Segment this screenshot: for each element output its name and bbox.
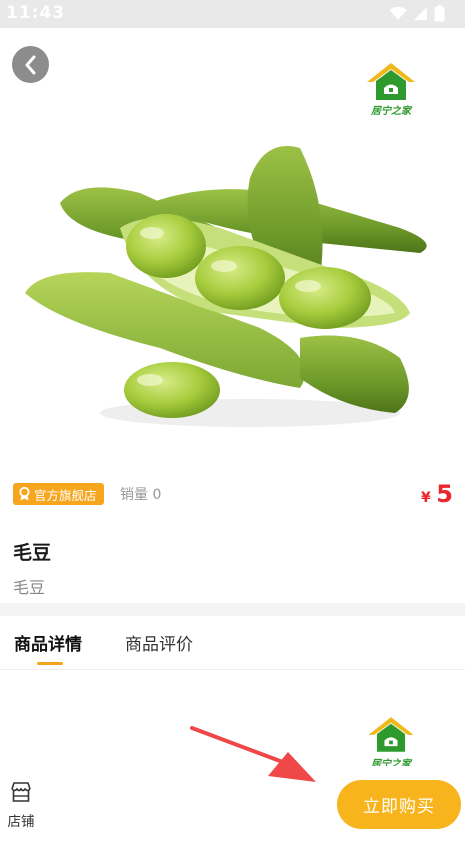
flagship-badge-label: 官方旗舰店 xyxy=(34,487,97,503)
buy-now-button[interactable]: 立即购买 xyxy=(337,780,461,829)
price: ¥ 5 xyxy=(421,480,453,508)
store-icon xyxy=(11,782,31,802)
house-logo-icon xyxy=(368,717,414,752)
active-tab-indicator xyxy=(37,662,63,665)
status-time: 11:43 xyxy=(6,3,66,23)
store-label: 店铺 xyxy=(7,814,35,830)
chevron-left-icon xyxy=(25,55,35,74)
price-amount: 5 xyxy=(436,480,453,508)
tab-product-reviews[interactable]: 商品评价 xyxy=(125,630,193,655)
detail-brand-logo: 居宁之家 xyxy=(362,714,420,766)
back-button[interactable] xyxy=(12,46,49,83)
battery-icon xyxy=(434,5,445,22)
section-divider xyxy=(0,603,465,616)
detail-logo-text: 居宁之家 xyxy=(371,759,411,766)
price-currency: ¥ xyxy=(420,490,431,506)
signal-icon xyxy=(414,7,427,20)
detail-tabs: 商品详情 商品评价 xyxy=(0,616,465,670)
product-info-row: 官方旗舰店 销量 0 ¥ 5 xyxy=(0,478,465,512)
brand-logo-text: 居宁之家 xyxy=(371,106,411,117)
product-name: 毛豆 xyxy=(13,542,52,564)
sales-count: 销量 0 xyxy=(120,487,162,503)
product-subtitle: 毛豆 xyxy=(13,578,46,597)
house-logo-icon xyxy=(367,63,415,100)
store-button[interactable]: 店铺 xyxy=(4,780,38,830)
tab-product-details[interactable]: 商品详情 xyxy=(14,630,82,655)
brand-logo: 居宁之家 xyxy=(360,60,422,118)
status-bar: 11:43 xyxy=(0,0,465,28)
status-icons xyxy=(389,5,445,22)
award-icon xyxy=(19,487,30,501)
wifi-icon xyxy=(389,6,407,20)
flagship-store-badge[interactable]: 官方旗舰店 xyxy=(13,483,104,505)
bottom-action-bar: 店铺 立即购买 xyxy=(0,770,465,843)
